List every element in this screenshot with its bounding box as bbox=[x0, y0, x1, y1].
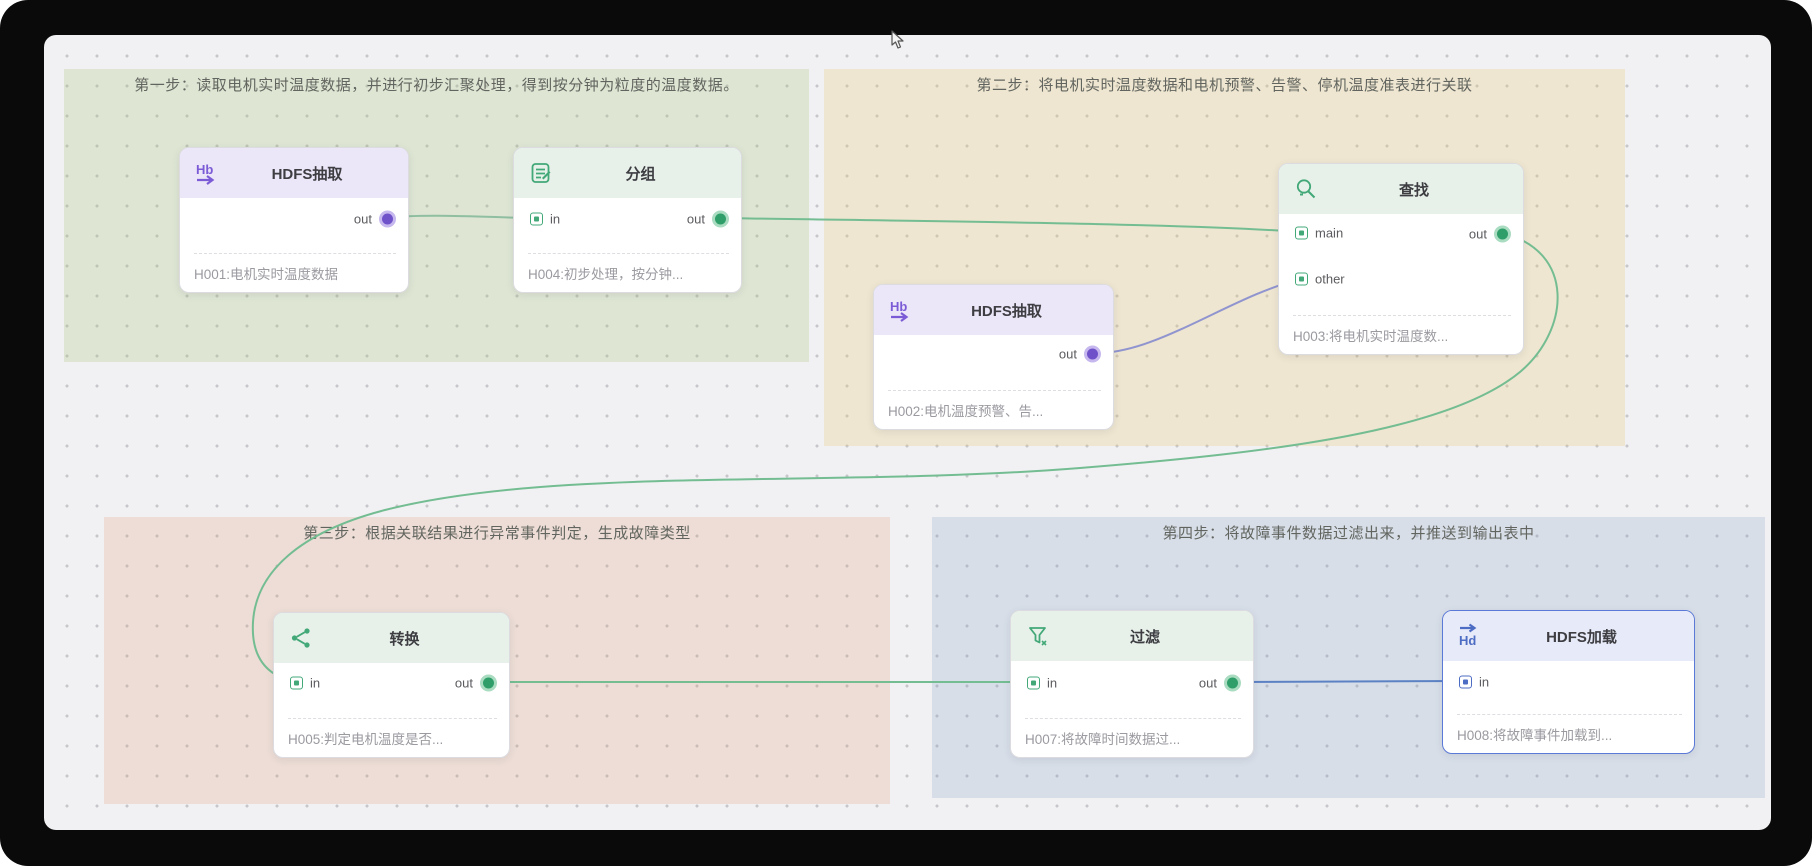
port-h003-out[interactable]: out bbox=[1469, 225, 1511, 243]
transform-icon bbox=[288, 625, 314, 651]
region-step2-title: 第二步：将电机实时温度数据和电机预警、告警、停机温度准表进行关联 bbox=[976, 77, 1473, 94]
node-h004-desc: H004:初步处理，按分钟... bbox=[528, 253, 729, 283]
search-icon bbox=[1293, 176, 1319, 202]
hdfs-load-icon: Hd bbox=[1457, 623, 1483, 649]
port-h002-out[interactable]: out bbox=[1059, 345, 1101, 363]
port-h001-out[interactable]: out bbox=[354, 210, 396, 228]
port-h007-out[interactable]: out bbox=[1199, 674, 1241, 692]
node-h007[interactable]: 过滤 in out H007:将故障时间数据过... bbox=[1010, 610, 1254, 758]
port-h004-out[interactable]: out bbox=[687, 210, 729, 228]
node-h008-desc: H008:将故障事件加载到... bbox=[1457, 714, 1682, 744]
port-h004-in[interactable]: in bbox=[530, 212, 560, 227]
port-h003-main[interactable]: main bbox=[1295, 226, 1343, 241]
node-h001-desc: H001:电机实时温度数据 bbox=[194, 253, 396, 283]
port-h005-in[interactable]: in bbox=[290, 676, 320, 691]
node-h007-title: 过滤 bbox=[1129, 628, 1160, 646]
node-h003[interactable]: 查找 main other out H003:将电机实时温度数... bbox=[1278, 163, 1524, 355]
node-h003-desc: H003:将电机实时温度数... bbox=[1293, 315, 1511, 345]
node-h005-desc: H005:判定电机温度是否... bbox=[288, 718, 497, 748]
mouse-cursor-icon bbox=[888, 30, 906, 55]
hdfs-extract-icon: Hb bbox=[194, 160, 220, 186]
node-h004-title: 分组 bbox=[625, 165, 656, 183]
port-h008-in[interactable]: in bbox=[1459, 675, 1489, 690]
svg-text:Hb: Hb bbox=[890, 299, 907, 314]
filter-icon bbox=[1025, 623, 1051, 649]
svg-text:Hd: Hd bbox=[1459, 633, 1476, 648]
node-h001-title: HDFS抽取 bbox=[271, 165, 343, 183]
node-h005-title: 转换 bbox=[389, 630, 420, 648]
node-h002-title: HDFS抽取 bbox=[971, 302, 1042, 320]
workflow-editor: 第一步：读取电机实时温度数据，并进行初步汇聚处理，得到按分钟为粒度的温度数据。 … bbox=[0, 0, 1812, 866]
node-h007-desc: H007:将故障时间数据过... bbox=[1025, 718, 1241, 748]
svg-text:Hb: Hb bbox=[196, 162, 213, 177]
region-step1-title: 第一步：读取电机实时温度数据，并进行初步汇聚处理，得到按分钟为粒度的温度数据。 bbox=[134, 77, 739, 94]
node-h005[interactable]: 转换 in out H005:判定电机温度是否... bbox=[273, 612, 510, 758]
node-h002-desc: H002:电机温度预警、告... bbox=[888, 390, 1101, 420]
port-h005-out[interactable]: out bbox=[455, 674, 497, 692]
group-icon bbox=[528, 160, 554, 186]
node-h008[interactable]: Hd HDFS加载 in H008:将故障事件加载到... bbox=[1442, 610, 1695, 754]
node-h004[interactable]: 分组 in out H004:初步处理，按分钟... bbox=[513, 147, 742, 293]
node-h003-title: 查找 bbox=[1398, 181, 1429, 199]
node-h002[interactable]: Hb HDFS抽取 out H002:电机温度预警、告... bbox=[873, 284, 1114, 430]
node-h008-title: HDFS加载 bbox=[1546, 628, 1617, 646]
hdfs-extract-icon: Hb bbox=[888, 297, 914, 323]
node-h001[interactable]: Hb HDFS抽取 out H001:电机实时温度数据 bbox=[179, 147, 409, 293]
region-step4-title: 第四步：将故障事件数据过滤出来，并推送到输出表中 bbox=[1162, 525, 1535, 542]
region-step3-title: 第三步：根据关联结果进行异常事件判定，生成故障类型 bbox=[303, 525, 691, 542]
port-h003-other[interactable]: other bbox=[1295, 272, 1345, 287]
port-h007-in[interactable]: in bbox=[1027, 676, 1057, 691]
